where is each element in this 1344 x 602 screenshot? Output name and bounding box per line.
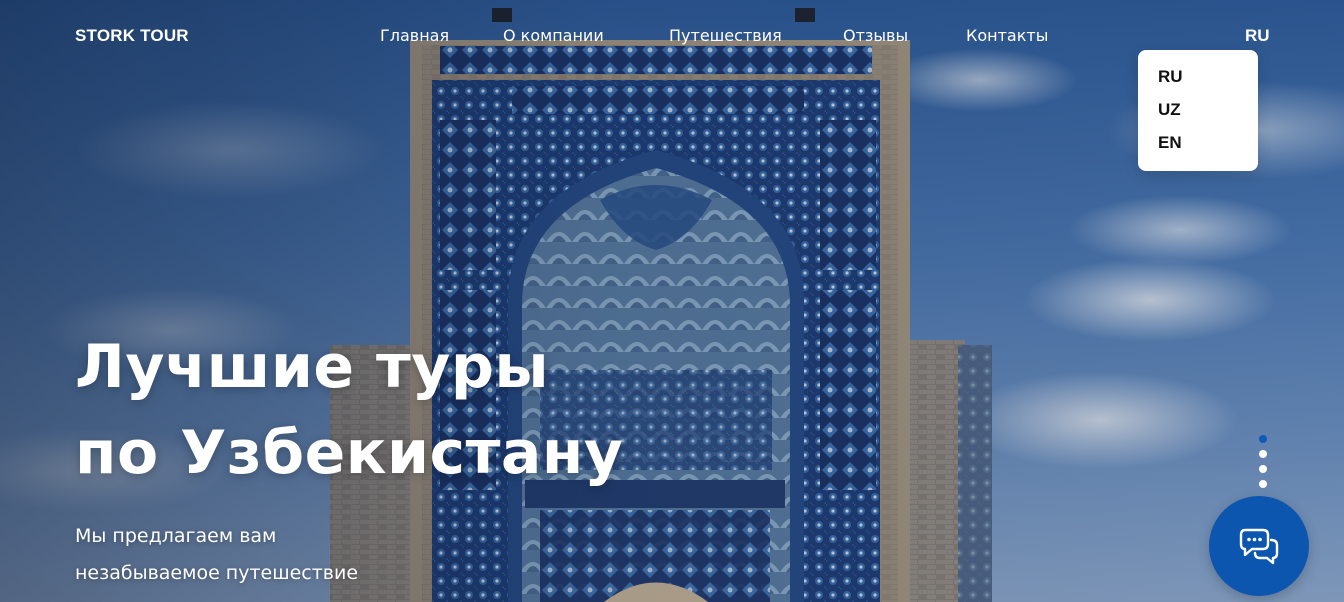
language-option-uz[interactable]: UZ	[1138, 99, 1258, 132]
nav-item-reviews[interactable]: Отзывы	[843, 26, 908, 45]
chat-button[interactable]	[1209, 496, 1309, 596]
nav-item-label: О компании	[503, 26, 604, 45]
slider-pagination	[1259, 435, 1267, 488]
language-dropdown: RU UZ EN	[1138, 50, 1258, 171]
logo[interactable]: STORK TOUR	[75, 26, 189, 46]
hero-subtitle-line: Мы предлагаем вам	[75, 525, 277, 547]
nav-item-tours[interactable]: Путешествия	[669, 26, 782, 45]
language-switcher[interactable]: RU	[1245, 26, 1270, 46]
slider-dot[interactable]	[1259, 465, 1267, 473]
hero-subtitle: Мы предлагаем вам незабываемое путешеств…	[75, 518, 358, 592]
language-option-ru[interactable]: RU	[1138, 66, 1258, 99]
nav-item-label: Путешествия	[669, 26, 782, 45]
nav-item-label: Главная	[380, 26, 450, 45]
slider-dot[interactable]	[1259, 480, 1267, 488]
language-option-en[interactable]: EN	[1138, 132, 1258, 165]
hero-title-line: Лучшие туры	[75, 332, 550, 402]
chat-bubbles-icon	[1239, 528, 1279, 565]
hero-subtitle-line: незабываемое путешествие	[75, 562, 359, 584]
nav-item-label: Отзывы	[843, 26, 909, 45]
slider-dot[interactable]	[1259, 435, 1267, 443]
slider-dot[interactable]	[1259, 450, 1267, 458]
hero-title: Лучшие туры по Узбекистану	[75, 324, 623, 496]
hero-title-line: по Узбекистану	[75, 418, 624, 488]
nav-item-label: Контакты	[966, 26, 1049, 45]
nav-item-about[interactable]: О компании	[503, 26, 604, 45]
nav-item-contacts[interactable]: Контакты	[966, 26, 1048, 45]
nav-item-home[interactable]: Главная	[380, 26, 449, 45]
